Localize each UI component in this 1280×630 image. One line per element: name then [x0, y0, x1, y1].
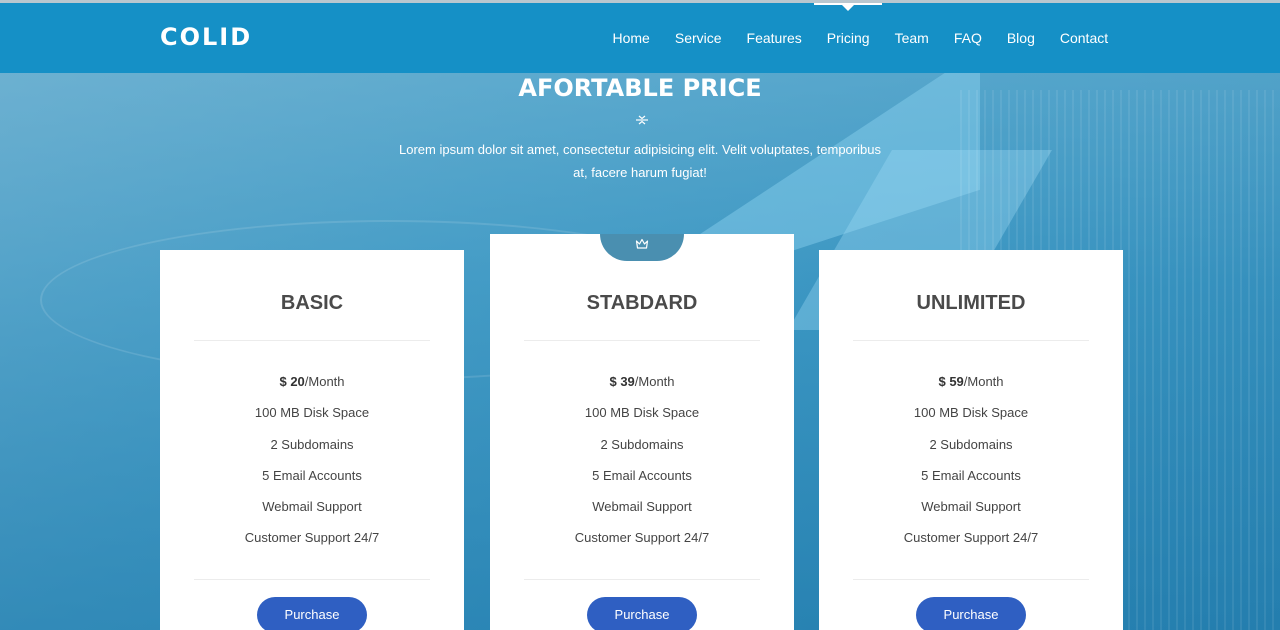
plan-name: BASIC: [280, 292, 344, 314]
main-nav: Home Service Features Pricing Team FAQ B…: [600, 3, 1121, 73]
plan-name: STABDARD: [586, 292, 698, 314]
list-item: 100 MB Disk Space: [913, 405, 1029, 421]
nav-contact[interactable]: Contact: [1047, 3, 1120, 73]
divider: [524, 579, 760, 580]
crown-icon: [635, 238, 649, 254]
list-item: 5 Email Accounts: [592, 467, 692, 483]
purchase-button[interactable]: Purchase: [587, 597, 697, 630]
plan-price: $ 20/Month: [160, 366, 464, 397]
list-item: Customer Support 24/7: [903, 530, 1039, 546]
nav-blog[interactable]: Blog: [994, 3, 1047, 73]
pricing-card-unlimited: UNLIMITED $ 59/Month 100 MB Disk Space 2…: [819, 250, 1123, 630]
price-amount: $ 39: [609, 374, 635, 389]
price-amount: $ 59: [938, 374, 964, 389]
list-item: 100 MB Disk Space: [254, 405, 370, 421]
section-title: AFORTABLE PRICE: [518, 74, 762, 102]
feature-list: $ 39/Month 100 MB Disk Space 2 Subdomain…: [490, 366, 794, 554]
feature-list: $ 20/Month 100 MB Disk Space 2 Subdomain…: [160, 366, 464, 554]
list-item: 5 Email Accounts: [262, 467, 362, 483]
divider: [524, 340, 760, 341]
nav-team[interactable]: Team: [882, 3, 941, 73]
purchase-button[interactable]: Purchase: [257, 597, 367, 630]
pricing-card-standard: STABDARD $ 39/Month 100 MB Disk Space 2 …: [490, 234, 794, 630]
price-amount: $ 20: [279, 374, 305, 389]
plan-price: $ 59/Month: [819, 366, 1123, 397]
divider: [853, 340, 1089, 341]
price-period: /Month: [963, 374, 1004, 389]
list-item: 2 Subdomains: [600, 436, 684, 452]
divider: [853, 579, 1089, 580]
featured-badge: [600, 234, 684, 261]
list-item: 2 Subdomains: [929, 436, 1013, 452]
nav-pricing[interactable]: Pricing: [814, 3, 882, 73]
browser-top-edge: [0, 0, 1280, 3]
list-item: Customer Support 24/7: [574, 530, 710, 546]
list-item: Webmail Support: [921, 499, 1021, 515]
list-item: Customer Support 24/7: [244, 530, 380, 546]
purchase-button[interactable]: Purchase: [916, 597, 1026, 630]
divider: [194, 579, 430, 580]
divider: [194, 340, 430, 341]
list-item: Webmail Support: [592, 499, 692, 515]
divider-arrows-icon: [632, 113, 652, 133]
list-item: 5 Email Accounts: [921, 467, 1021, 483]
nav-home[interactable]: Home: [600, 3, 662, 73]
plan-name: UNLIMITED: [916, 292, 1026, 314]
navbar: COLID Home Service Features Pricing Team…: [0, 3, 1280, 73]
feature-list: $ 59/Month 100 MB Disk Space 2 Subdomain…: [819, 366, 1123, 554]
nav-service[interactable]: Service: [662, 3, 734, 73]
plan-price: $ 39/Month: [490, 366, 794, 397]
price-period: /Month: [634, 374, 675, 389]
price-period: /Month: [304, 374, 345, 389]
section-description: Lorem ipsum dolor sit amet, consectetur …: [399, 142, 881, 180]
nav-faq[interactable]: FAQ: [941, 3, 994, 73]
list-item: Webmail Support: [262, 499, 362, 515]
brand-logo[interactable]: COLID: [160, 23, 252, 51]
pricing-card-basic: BASIC $ 20/Month 100 MB Disk Space 2 Sub…: [160, 250, 464, 630]
nav-features[interactable]: Features: [734, 3, 814, 73]
list-item: 2 Subdomains: [270, 436, 354, 452]
list-item: 100 MB Disk Space: [584, 405, 700, 421]
